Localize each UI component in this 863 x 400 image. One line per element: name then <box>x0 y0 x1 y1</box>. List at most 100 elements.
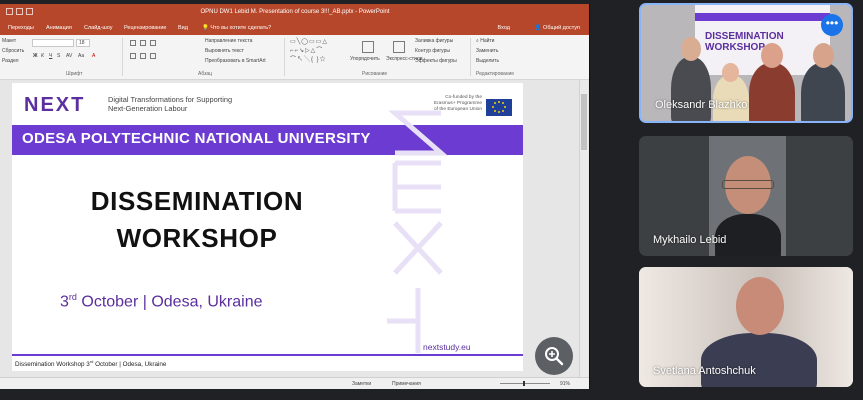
font-name-box[interactable] <box>32 39 74 47</box>
smartart-button[interactable]: Преобразовать в SmartArt <box>205 58 266 64</box>
footer-rule <box>12 354 523 356</box>
numbering-icon[interactable] <box>140 40 146 46</box>
find-label: Найти <box>480 38 495 44</box>
zoom-slider[interactable] <box>500 381 550 386</box>
next-vertical-watermark <box>387 110 448 353</box>
slide-editor: NEXT Digital Transformations for Support… <box>0 80 589 377</box>
tab-review[interactable]: Рецензирование <box>124 25 166 31</box>
event-date: 3rd October | Odesa, Ukraine <box>60 292 263 311</box>
person-head <box>736 277 784 335</box>
search-icon: ⌕ <box>476 38 479 44</box>
paragraph-group-label: Абзац <box>198 71 213 77</box>
bold-button[interactable]: Ж <box>33 53 38 59</box>
video-call-screen: OPNU DW1 Lebid M. Presentation of course… <box>0 0 863 400</box>
person-head <box>813 43 834 68</box>
participant-name: Oleksandr Blazhko <box>655 99 748 111</box>
tab-animation[interactable]: Анимация <box>46 25 72 31</box>
footer-post: October | Odesa, Ukraine <box>93 361 167 369</box>
scroll-thumb[interactable] <box>581 94 587 150</box>
underline-button[interactable]: Ч <box>49 53 52 59</box>
drawing-group-label: Рисование <box>362 71 388 77</box>
bullets-icon[interactable] <box>130 40 136 46</box>
user-icon: 👤 <box>534 25 542 31</box>
person-head <box>722 63 739 82</box>
eu-flag-icon <box>486 99 512 116</box>
strikethrough-button[interactable]: S <box>57 53 60 59</box>
participant-tile[interactable]: DISSEMINATION WORKSHOP ••• Oleksandr Bla… <box>639 3 853 123</box>
shape-effects-button[interactable]: Эффекты фигуры <box>415 58 457 64</box>
align-text-button[interactable]: Выровнять текст <box>205 48 244 54</box>
powerpoint-title-bar: OPNU DW1 Lebid M. Presentation of course… <box>0 4 589 21</box>
indent-icon[interactable] <box>150 40 156 46</box>
tab-slideshow[interactable]: Слайд-шоу <box>84 25 113 31</box>
select-button[interactable]: Выделить <box>476 58 499 64</box>
participant-tile[interactable]: Svetlana Antoshchuk <box>639 267 853 387</box>
tab-transitions[interactable]: Переходы <box>8 25 34 31</box>
person-head <box>681 37 701 61</box>
share-button[interactable]: 👤 Общий доступ <box>535 25 580 31</box>
tab-view[interactable]: Вид <box>178 25 188 31</box>
date-rest: October | Odesa, Ukraine <box>76 293 263 311</box>
font-size-box[interactable]: 18 <box>76 39 90 47</box>
slide-footer: Dissemination Workshop 3rd October | Ode… <box>15 359 166 368</box>
participant-name: Svetlana Antoshchuk <box>653 365 756 377</box>
arrange-button[interactable]: Упорядочить <box>350 56 380 62</box>
university-title: ODESA POLYTECHNIC NATIONAL UNIVERSITY <box>22 130 371 147</box>
case-button[interactable]: Aa <box>78 53 84 59</box>
zoom-in-button[interactable] <box>535 337 573 375</box>
layout-button[interactable]: Макет <box>2 38 16 44</box>
tell-me-placeholder: Что вы хотите сделать? <box>210 25 272 31</box>
footer-pre: Dissemination Workshop 3 <box>15 361 90 369</box>
person-silhouette <box>671 57 711 121</box>
zoom-level[interactable]: 91% <box>560 381 570 387</box>
spacing-button[interactable]: AV <box>66 53 72 59</box>
section-button[interactable]: Раздел <box>2 58 19 64</box>
align-center-icon[interactable] <box>140 53 146 59</box>
replace-button[interactable]: Заменить <box>476 48 498 54</box>
ribbon-separator <box>470 38 471 76</box>
next-logo: NEXT <box>24 94 86 116</box>
ribbon-separator <box>122 38 123 76</box>
ribbon-separator <box>284 38 285 76</box>
quick-styles-icon[interactable] <box>393 41 405 53</box>
participant-tile[interactable]: Mykhailo Lebid <box>639 136 853 256</box>
ribbon: Макет Сбросить Раздел 18 Ж К Ч S AV Aa A… <box>0 35 589 80</box>
title-line-2: WORKSHOP <box>116 223 278 253</box>
find-button[interactable]: ⌕ Найти <box>476 38 494 44</box>
person-silhouette <box>801 63 845 121</box>
text-direction-button[interactable]: Направление текста <box>205 38 252 44</box>
italic-button[interactable]: К <box>41 53 44 59</box>
glasses-icon <box>722 180 774 189</box>
shapes-gallery[interactable]: ▭╲◯▭▭△ ⌐⌐↘▷△⌒ ⌒↖╲{ }☆ <box>290 38 345 68</box>
logo-subtitle: Digital Transformations for Supporting N… <box>108 95 233 113</box>
editing-group-label: Редактирование <box>476 71 515 77</box>
participant-name: Mykhailo Lebid <box>653 234 727 246</box>
more-options-button[interactable]: ••• <box>821 14 843 36</box>
font-group-label: Шрифт <box>66 71 83 77</box>
slide[interactable]: NEXT Digital Transformations for Support… <box>12 83 523 371</box>
font-color-button[interactable]: A <box>92 53 95 59</box>
reset-button[interactable]: Сбросить <box>2 48 24 54</box>
poster-band <box>695 13 830 21</box>
align-right-icon[interactable] <box>150 53 156 59</box>
window-title: OPNU DW1 Lebid M. Presentation of course… <box>200 9 390 15</box>
share-label: Общий доступ <box>543 25 580 31</box>
vertical-scrollbar[interactable] <box>579 80 588 377</box>
tell-me-input[interactable]: 💡 Что вы хотите сделать? <box>202 25 271 31</box>
title-line-1: DISSEMINATION <box>90 186 304 216</box>
comments-button[interactable]: Примечания <box>392 381 421 387</box>
shape-fill-button[interactable]: Заливка фигуры <box>415 38 453 44</box>
shared-screen: OPNU DW1 Lebid M. Presentation of course… <box>0 4 590 389</box>
align-left-icon[interactable] <box>130 53 136 59</box>
person-head <box>761 43 783 68</box>
zoom-in-icon <box>545 347 564 366</box>
arrange-icon[interactable] <box>362 41 374 53</box>
date-suffix: rd <box>68 292 77 302</box>
zoom-slider-handle[interactable] <box>523 381 525 386</box>
poster-line-1: DISSEMINATION <box>705 31 784 42</box>
shape-outline-button[interactable]: Контур фигуры <box>415 48 450 54</box>
person-silhouette <box>701 333 817 387</box>
notes-button[interactable]: Заметки <box>352 381 371 387</box>
slide-main-title: DISSEMINATION WORKSHOP <box>52 183 342 257</box>
sign-in-link[interactable]: Вход <box>498 25 510 31</box>
